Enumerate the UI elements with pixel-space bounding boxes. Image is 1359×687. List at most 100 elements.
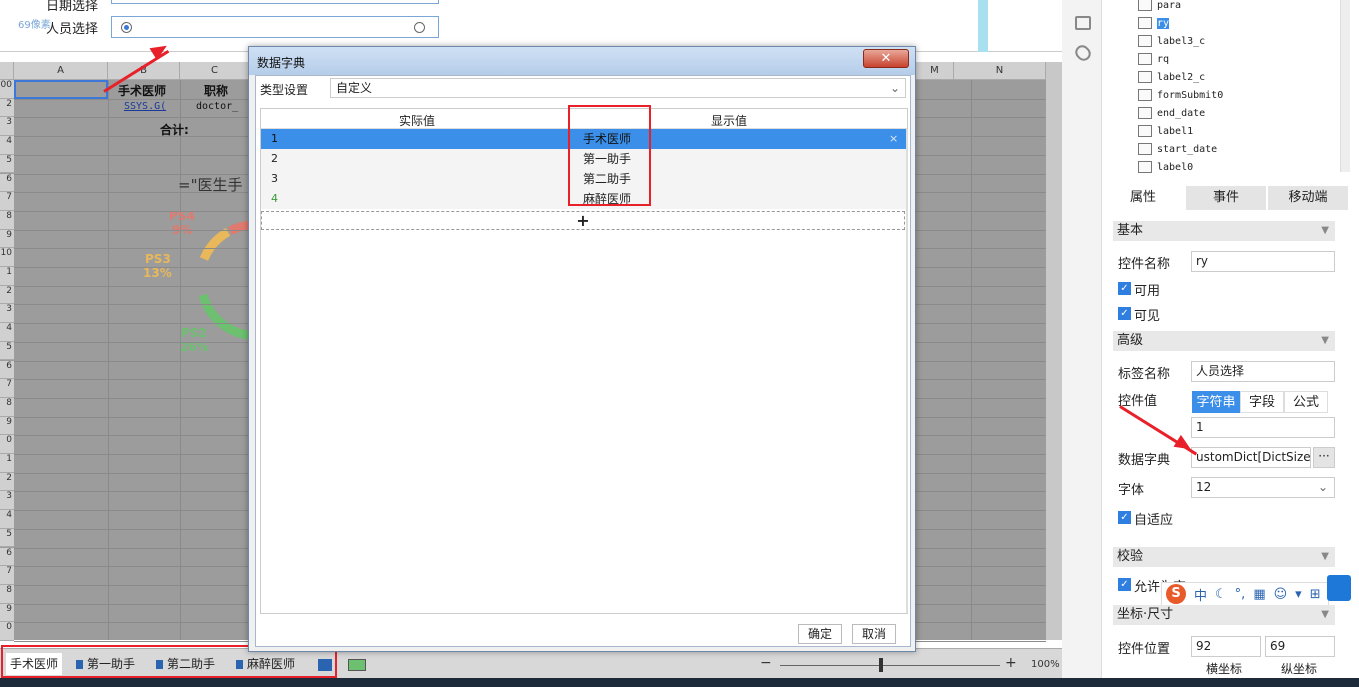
tree-item[interactable]: label3_c	[1138, 32, 1205, 50]
zoom-slider-handle[interactable]	[879, 658, 883, 672]
cell-b2[interactable]: SSYS.G(	[124, 101, 166, 112]
user-icon[interactable]: ☺	[1274, 587, 1288, 602]
date-radio-box[interactable]	[111, 0, 439, 4]
enabled-checkbox[interactable]: ✓	[1118, 282, 1131, 295]
tree-item[interactable]: start_date	[1138, 140, 1217, 158]
row-header[interactable]: 3	[0, 117, 14, 137]
row-actual[interactable]: 2	[271, 149, 278, 169]
row-header[interactable]: 5	[0, 154, 14, 174]
pos-x-input[interactable]: 92	[1191, 636, 1261, 657]
row-actual[interactable]: 1	[271, 129, 278, 149]
row-header[interactable]: 8	[0, 584, 14, 604]
row-header[interactable]: 5	[0, 341, 14, 361]
ime-toolbar[interactable]: S 中 ☾ °, ▦ ☺ ▾ ⊞	[1161, 582, 1329, 606]
row-header[interactable]: 3	[0, 304, 14, 324]
delete-row-icon[interactable]: ×	[889, 129, 898, 149]
section-advanced[interactable]: 高级 ▼	[1113, 331, 1335, 351]
dialog-titlebar[interactable]: 数据字典 ✕	[249, 47, 915, 75]
row-header[interactable]: 5	[0, 528, 14, 548]
table-scrollbar[interactable]	[906, 129, 908, 613]
row-header[interactable]: 10	[0, 248, 14, 267]
punct-icon[interactable]: °,	[1235, 587, 1246, 602]
row-header[interactable]: 00	[0, 80, 14, 99]
font-select[interactable]: 12 ⌄	[1191, 477, 1335, 498]
cell-c1[interactable]: 职称	[204, 82, 228, 99]
row-actual[interactable]: 3	[271, 169, 278, 189]
row-header[interactable]: 9	[0, 603, 14, 623]
person-radio-box[interactable]	[111, 16, 439, 38]
tree-item[interactable]: ry	[1138, 14, 1170, 32]
section-validation[interactable]: 校验 ▼	[1113, 547, 1335, 567]
shirt-icon[interactable]: ▾	[1295, 587, 1302, 602]
row-header[interactable]: 0	[0, 622, 14, 641]
row-header[interactable]: 9	[0, 229, 14, 249]
row-header[interactable]: 4	[0, 136, 14, 155]
row-header[interactable]: 1	[0, 454, 14, 473]
zoom-in-icon[interactable]: +	[1005, 655, 1017, 671]
tree-item[interactable]: label2_c	[1138, 68, 1205, 86]
tab-properties[interactable]: 属性	[1103, 186, 1183, 210]
row-header[interactable]: 3	[0, 491, 14, 511]
row-header[interactable]: 9	[0, 416, 14, 436]
value-mode-string[interactable]: 字符串	[1192, 391, 1240, 413]
tree-scrollbar[interactable]	[1340, 0, 1350, 172]
radio-option-selected[interactable]	[121, 22, 132, 33]
pos-y-input[interactable]: 69	[1265, 636, 1335, 657]
row-header[interactable]: 8	[0, 210, 14, 230]
sogou-ime-icon[interactable]: S	[1166, 584, 1186, 604]
link-icon[interactable]	[1072, 42, 1094, 64]
row-header[interactable]: 6	[0, 360, 14, 380]
selected-cell-a1[interactable]	[14, 80, 108, 99]
tab-events[interactable]: 事件	[1186, 186, 1266, 210]
tab-mobile[interactable]: 移动端	[1268, 186, 1348, 210]
tag-name-input[interactable]: 人员选择	[1191, 361, 1335, 382]
row-header[interactable]: 0	[0, 435, 14, 454]
add-form-sheet-icon[interactable]	[348, 659, 366, 671]
row-header[interactable]: 7	[0, 192, 14, 211]
row-header[interactable]: 2	[0, 98, 14, 118]
tree-item[interactable]: label0	[1138, 158, 1193, 176]
row-header[interactable]: 4	[0, 323, 14, 342]
row-header[interactable]: 2	[0, 472, 14, 492]
cancel-button[interactable]: 取消	[852, 624, 896, 644]
keyboard-icon[interactable]: ▦	[1253, 587, 1265, 602]
allow-empty-checkbox[interactable]: ✓	[1118, 578, 1131, 591]
col-header-c[interactable]: C	[180, 62, 250, 80]
section-basic[interactable]: 基本 ▼	[1113, 221, 1335, 241]
tree-item[interactable]: formSubmit0	[1138, 86, 1223, 104]
section-coords[interactable]: 坐标·尺寸 ▼	[1113, 605, 1335, 625]
close-button[interactable]: ✕	[863, 49, 909, 68]
ime-lang-icon[interactable]: 中	[1194, 585, 1207, 604]
row-header[interactable]: 8	[0, 397, 14, 417]
radio-option[interactable]	[414, 22, 425, 33]
remote-app-icon[interactable]	[1327, 575, 1351, 601]
zoom-out-icon[interactable]: −	[760, 655, 772, 671]
tree-item[interactable]: rq	[1138, 50, 1169, 68]
col-header-a[interactable]: A	[14, 62, 108, 80]
widget-list-icon[interactable]	[1075, 16, 1091, 30]
visible-checkbox[interactable]: ✓	[1118, 307, 1131, 320]
adaptive-checkbox[interactable]: ✓	[1118, 511, 1131, 524]
row-header[interactable]: 6	[0, 173, 14, 193]
col-header-m[interactable]: M	[916, 62, 954, 80]
ok-button[interactable]: 确定	[798, 624, 842, 644]
value-mode-field[interactable]: 字段	[1240, 391, 1284, 413]
control-name-input[interactable]: ry	[1191, 251, 1335, 272]
corner-cell[interactable]	[0, 62, 14, 80]
col-header-n[interactable]: N	[954, 62, 1046, 80]
type-select[interactable]: 自定义 ⌄	[330, 78, 906, 98]
cell-c2[interactable]: doctor_	[196, 101, 238, 112]
tree-item[interactable]: end_date	[1138, 104, 1205, 122]
row-header[interactable]: 2	[0, 285, 14, 305]
data-dict-more-button[interactable]: ···	[1313, 447, 1335, 468]
row-header[interactable]: 4	[0, 510, 14, 529]
cell-b1[interactable]: 手术医师	[118, 82, 166, 99]
row-actual[interactable]: 4	[271, 189, 278, 209]
control-value-input[interactable]: 1	[1191, 417, 1335, 438]
tree-item[interactable]: label1	[1138, 122, 1193, 140]
row-header[interactable]: 1	[0, 267, 14, 286]
value-mode-formula[interactable]: 公式	[1284, 391, 1328, 413]
row-header[interactable]: 7	[0, 379, 14, 398]
row-header[interactable]: 7	[0, 566, 14, 585]
data-dict-input[interactable]: ustomDict[DictSize:4]	[1191, 447, 1311, 468]
